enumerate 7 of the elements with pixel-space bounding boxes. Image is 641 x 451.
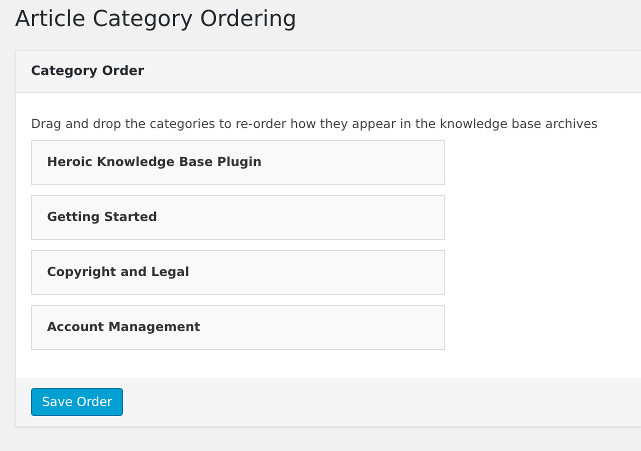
instructions-text: Drag and drop the categories to re-order how they appear in the knowledge base archives (31, 115, 599, 133)
category-item[interactable]: Heroic Knowledge Base Plugin (31, 140, 445, 185)
page-title: Article Category Ordering (14, 6, 298, 34)
category-item[interactable]: Account Management (31, 304, 445, 350)
panel-title: Category Order (31, 62, 144, 81)
category-item[interactable]: Copyright and Legal (31, 250, 445, 295)
category-item[interactable]: Getting Started (31, 194, 445, 240)
